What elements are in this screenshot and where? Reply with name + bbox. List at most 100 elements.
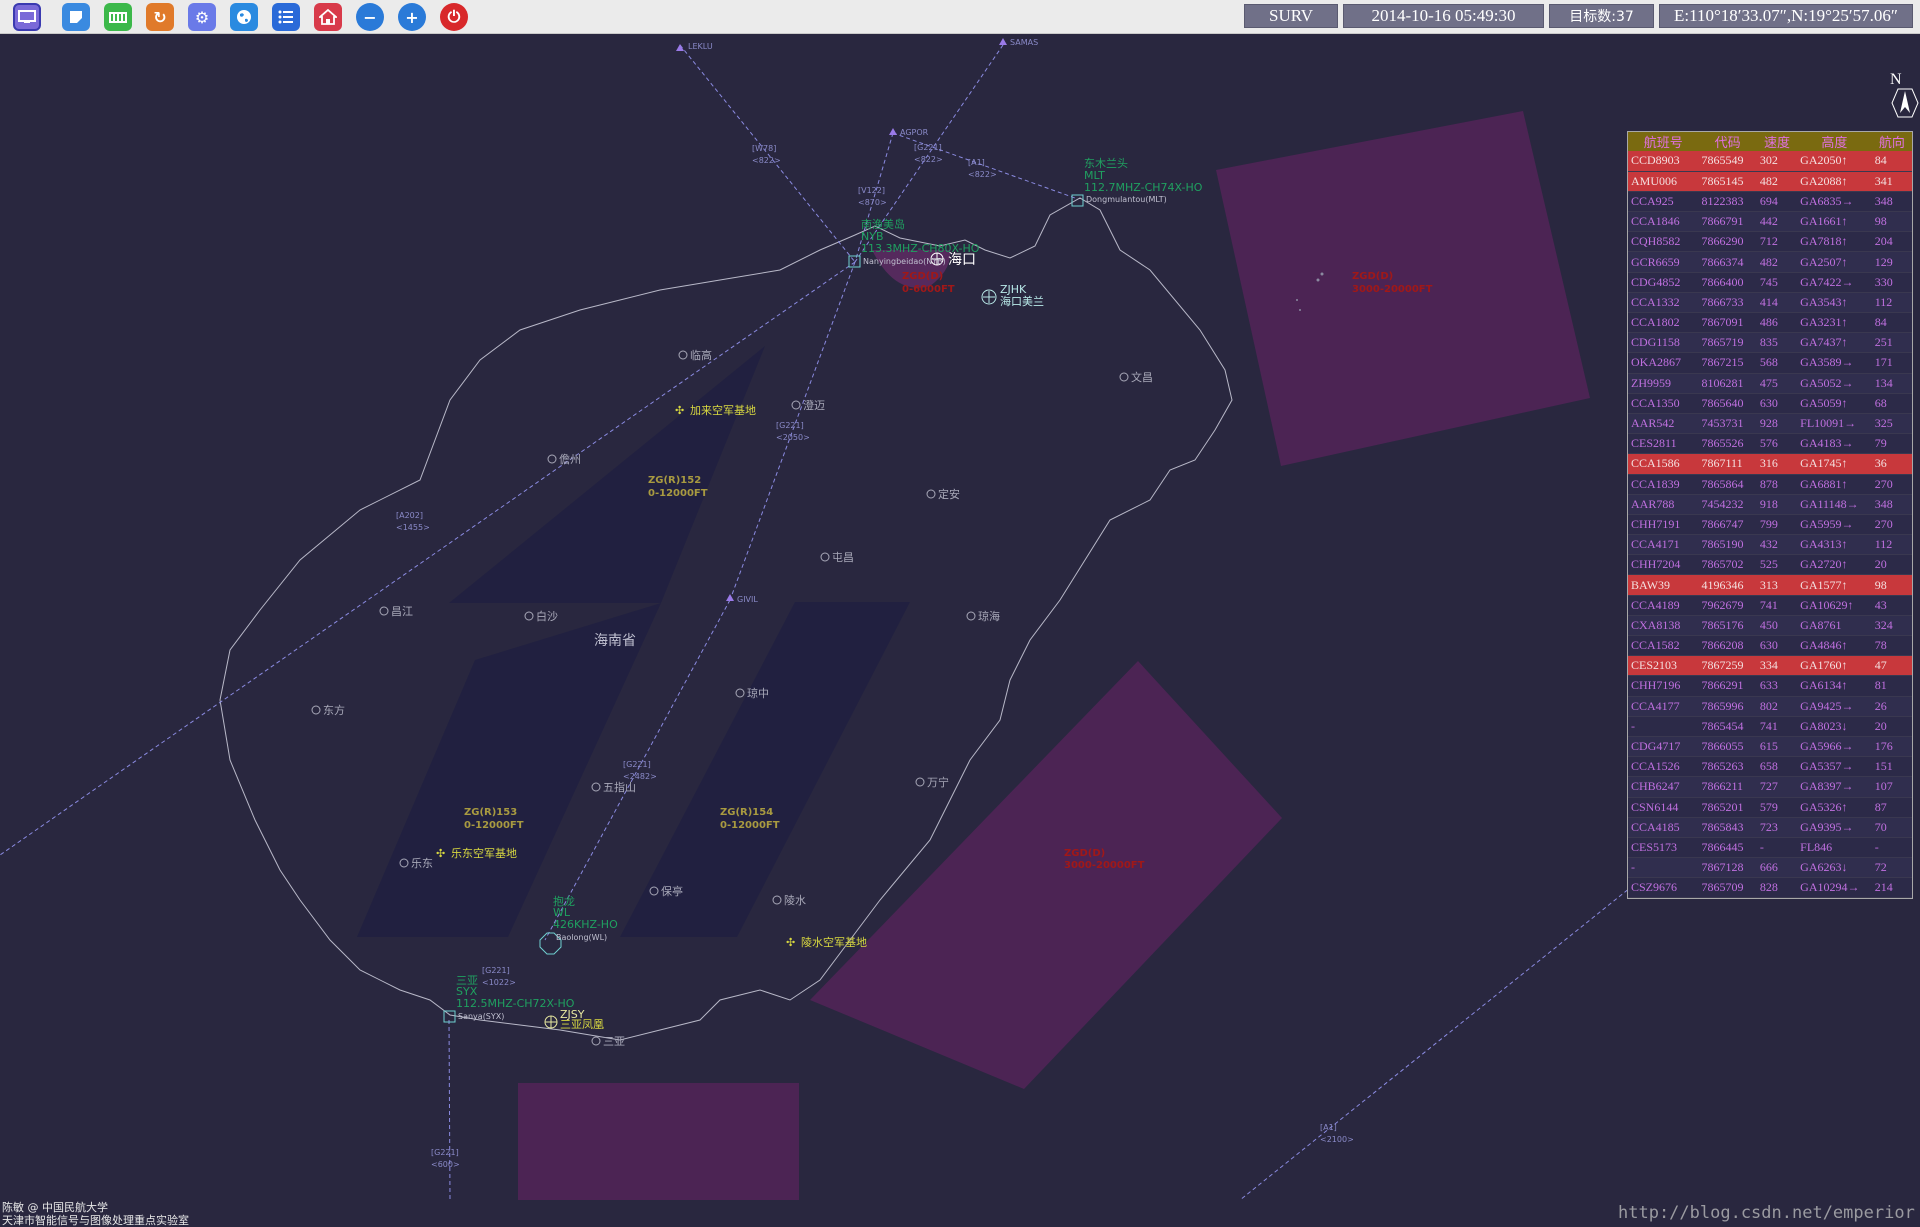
- header-heading[interactable]: 航向: [1871, 132, 1912, 151]
- row-altitude: GA1577↑: [1797, 574, 1872, 596]
- flight-row[interactable]: BAW39 4196346 313 GA1577↑ 98: [1628, 574, 1912, 596]
- zoom-out-icon[interactable]: −: [356, 3, 384, 31]
- row-heading: 134: [1871, 373, 1912, 394]
- flight-row[interactable]: CDG4717 7866055 615 GA5966→ 176: [1628, 736, 1912, 758]
- row-code: 7865263: [1698, 756, 1757, 778]
- restricted-area-153[interactable]: [357, 603, 661, 937]
- row-callsign: CHH7196: [1628, 675, 1699, 697]
- flight-row[interactable]: CDG4852 7866400 745 GA7422→ 330: [1628, 272, 1912, 293]
- flight-row[interactable]: CHH7196 7866291 633 GA6134↑ 81: [1628, 675, 1912, 697]
- row-code: 7866290: [1698, 231, 1757, 253]
- flight-row[interactable]: CXA8138 7865176 450 GA8761 324: [1628, 615, 1912, 637]
- home-icon[interactable]: [314, 3, 342, 31]
- waypoints[interactable]: [676, 38, 1007, 601]
- header-altitude[interactable]: 高度: [1797, 132, 1872, 151]
- flight-row[interactable]: CCA1332 7866733 414 GA3543↑ 112: [1628, 292, 1912, 314]
- gear-icon[interactable]: ⚙: [188, 3, 216, 31]
- svg-text:<822>: <822>: [968, 170, 997, 179]
- globe-icon[interactable]: [230, 3, 258, 31]
- row-heading: 79: [1871, 433, 1912, 455]
- row-heading: 151: [1871, 756, 1912, 778]
- svg-text:<600>: <600>: [431, 1160, 460, 1169]
- power-icon[interactable]: ⏻: [440, 3, 468, 31]
- svg-text:五指山: 五指山: [603, 780, 636, 794]
- flight-row[interactable]: CCA1846 7866791 442 GA1661↑ 98: [1628, 211, 1912, 233]
- flight-row[interactable]: CES2103 7867259 334 GA1760↑ 47: [1628, 655, 1912, 677]
- flight-table[interactable]: 航班号 代码 速度 高度 航向 CCD8903 7865549 302 GA2050↑…: [1627, 131, 1913, 900]
- svg-text:0-12000FT: 0-12000FT: [464, 820, 524, 831]
- list-icon[interactable]: [272, 3, 300, 31]
- flight-row[interactable]: CSN6144 7865201 579 GA5326↑ 87: [1628, 797, 1912, 818]
- flight-row[interactable]: -7865454 741 GA8023↓ 20: [1628, 716, 1912, 737]
- flight-row[interactable]: CHH7204 7865702 525 GA2720↑ 20: [1628, 554, 1912, 576]
- row-altitude: GA7422→: [1797, 272, 1872, 293]
- zoom-in-icon[interactable]: +: [398, 3, 426, 31]
- svg-text:113.3MHZ-CH80X-HO: 113.3MHZ-CH80X-HO: [861, 242, 980, 255]
- flight-row[interactable]: GCR6659 7866374 482 GA2507↑ 129: [1628, 251, 1912, 273]
- header-code[interactable]: 代码: [1698, 132, 1757, 151]
- row-code: 7865190: [1698, 534, 1757, 556]
- row-speed: 745: [1756, 272, 1798, 293]
- flight-row[interactable]: CES5173 7866445- FL846-: [1628, 837, 1912, 859]
- row-altitude: GA3589→: [1797, 352, 1872, 374]
- row-heading: 112: [1871, 534, 1912, 556]
- row-callsign: CCD8903: [1628, 151, 1699, 172]
- refresh-icon[interactable]: ↻: [146, 3, 174, 31]
- danger-area-haikou[interactable]: [872, 250, 951, 288]
- row-altitude: GA10629↑: [1797, 595, 1872, 616]
- row-heading: 72: [1871, 857, 1912, 879]
- mode-indicator: SURV: [1244, 4, 1338, 28]
- flight-row[interactable]: CCA1526 7865263 658 GA5357→ 151: [1628, 756, 1912, 778]
- flight-row[interactable]: CCA1802 7867091 486 GA3231↑ 84: [1628, 312, 1912, 334]
- flight-row[interactable]: CCA4189 7962679 741 GA10629↑ 43: [1628, 595, 1912, 616]
- flight-row[interactable]: ZH9959 8106281 475 GA5052→ 134: [1628, 373, 1912, 394]
- row-heading: 47: [1871, 655, 1912, 677]
- restricted-area-152[interactable]: [449, 346, 765, 603]
- flight-row[interactable]: AMU006 7865145 482 GA2088↑ 341: [1628, 171, 1912, 192]
- danger-area-s[interactable]: [518, 1083, 799, 1200]
- flight-row[interactable]: AAR788 7454232 918 GA11148→ 348: [1628, 494, 1912, 515]
- flight-row[interactable]: CCA1582 7866208 630 GA4846↑ 78: [1628, 635, 1912, 657]
- row-altitude: GA2050↑: [1797, 151, 1872, 172]
- svg-text:[A1]: [A1]: [968, 158, 985, 167]
- radar-map[interactable]: ZGD(D) 0-6000FT ZGD(D) 3000-20000FT ZGD(D)…: [0, 35, 1920, 1227]
- flight-row[interactable]: CCD8903 7865549 302 GA2050↑ 84: [1628, 151, 1912, 172]
- flight-row[interactable]: CSZ9676 7865709 828 GA10294→ 214: [1628, 877, 1912, 899]
- flight-row[interactable]: CCA925 8122383 694 GA6835→ 348: [1628, 191, 1912, 213]
- flight-row[interactable]: CHB6247 7866211 727 GA8397→ 107: [1628, 776, 1912, 798]
- header-callsign[interactable]: 航班号: [1628, 132, 1699, 151]
- row-callsign: CHH7204: [1628, 554, 1699, 576]
- flight-row[interactable]: CHH7191 7866747 799 GA5959→ 270: [1628, 514, 1912, 536]
- row-code: 7865640: [1698, 393, 1757, 414]
- flight-row[interactable]: CCA4171 7865190 432 GA4313↑ 112: [1628, 534, 1912, 556]
- row-heading: 20: [1871, 554, 1912, 576]
- svg-text:3000-20000FT: 3000-20000FT: [1352, 284, 1433, 295]
- flight-row[interactable]: OKA2867 7867215 568 GA3589→ 171: [1628, 352, 1912, 374]
- database-icon[interactable]: [104, 3, 132, 31]
- danger-area-se[interactable]: [810, 661, 1282, 1089]
- row-code: 7867215: [1698, 352, 1757, 374]
- flight-row[interactable]: CCA1839 7865864 878 GA6881↑ 270: [1628, 474, 1912, 495]
- row-speed: 486: [1756, 312, 1798, 334]
- row-altitude: GA7818↑: [1797, 231, 1872, 253]
- toolbar: ↻ ⚙ − + ⏻ SURV 2014-10-16 05:49:30 目标数:3…: [0, 0, 1920, 34]
- flight-row[interactable]: AAR542 7453731 928 FL10091→ 325: [1628, 413, 1912, 435]
- monitor-icon[interactable]: [13, 3, 41, 31]
- svg-text:426KHZ-HO: 426KHZ-HO: [553, 918, 618, 931]
- flight-row[interactable]: CQH8582 7866290 712 GA7818↑ 204: [1628, 231, 1912, 253]
- flight-row[interactable]: CCA4177 7865996 802 GA9425→ 26: [1628, 696, 1912, 717]
- row-code: 7867111: [1698, 453, 1757, 475]
- notepad-icon[interactable]: [62, 3, 90, 31]
- header-speed[interactable]: 速度: [1756, 132, 1798, 151]
- flight-row[interactable]: -7867128 666 GA6263↓ 72: [1628, 857, 1912, 879]
- flight-row[interactable]: CCA1350 7865640 630 GA5059↑ 68: [1628, 393, 1912, 414]
- flight-row[interactable]: CCA4185 7865843 723 GA9395→ 70: [1628, 817, 1912, 838]
- flight-row[interactable]: CES2811 7865526 576 GA4183→ 79: [1628, 433, 1912, 455]
- row-heading: 348: [1871, 494, 1912, 515]
- row-code: 7865719: [1698, 332, 1757, 354]
- flight-row[interactable]: CCA1586 7867111 316 GA1745↑ 36: [1628, 453, 1912, 475]
- flight-row[interactable]: CDG1158 7865719 835 GA7437↑ 251: [1628, 332, 1912, 354]
- row-altitude: GA5326↑: [1797, 797, 1872, 818]
- svg-text:白沙: 白沙: [536, 609, 558, 623]
- row-altitude: GA10294→: [1797, 877, 1872, 899]
